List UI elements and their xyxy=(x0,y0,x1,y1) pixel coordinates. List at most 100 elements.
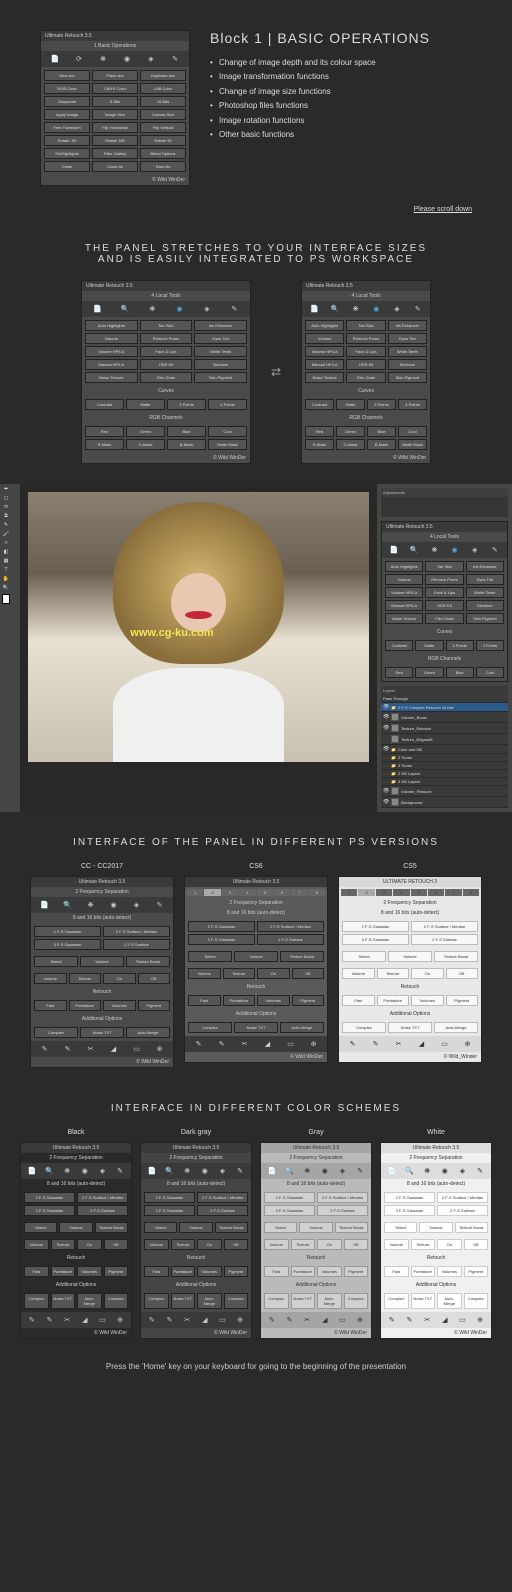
tab[interactable]: 6 xyxy=(428,889,444,896)
film-grain-button[interactable]: Film Grain xyxy=(140,372,193,383)
tab-4[interactable]: 4 xyxy=(239,889,255,896)
btn[interactable]: Auto Highlights xyxy=(305,320,344,331)
btn[interactable]: Tan Skin xyxy=(346,320,385,331)
target-icon[interactable]: ◉ xyxy=(122,54,132,64)
btn[interactable]: Auto-Merge xyxy=(434,1022,478,1033)
btn[interactable]: Volume xyxy=(305,333,344,344)
btn[interactable]: Complex xyxy=(342,1022,386,1033)
btn[interactable]: Matte Mask xyxy=(398,439,427,450)
pencil-icon[interactable]: ✎ xyxy=(413,304,423,314)
rgb-color-button[interactable]: RGB Color xyxy=(44,83,90,94)
btn[interactable]: Auto-Merge xyxy=(126,1027,170,1038)
swatch-icon[interactable] xyxy=(2,594,10,604)
btn[interactable]: Noise TXT xyxy=(388,1022,432,1033)
tan-skin-button[interactable]: Tan Skin xyxy=(140,320,193,331)
btn[interactable]: On xyxy=(411,968,444,979)
4points-button[interactable]: 4 Points xyxy=(208,399,247,410)
eye-icon[interactable]: 👁 xyxy=(383,799,389,805)
cmyk-color-button[interactable]: CMYK Color xyxy=(92,83,138,94)
btn[interactable]: Skintone xyxy=(388,359,427,370)
btn[interactable]: Tan Skin xyxy=(425,561,463,572)
btn[interactable]: Pigment xyxy=(446,995,479,1006)
eyes-tint-button[interactable]: Eyes Tint xyxy=(194,333,247,344)
flip-h-button[interactable]: Flip Horizontal xyxy=(92,122,138,133)
pencil-icon[interactable]: ✎ xyxy=(490,545,500,555)
btn[interactable]: Volume HP/LA xyxy=(385,587,423,598)
layer-row[interactable]: 👁📁2 F-S Complex Retouch 16 bits xyxy=(381,703,508,712)
tool-icon[interactable]: ✎ xyxy=(217,1039,227,1049)
target-icon[interactable]: ◉ xyxy=(450,545,460,555)
doc-icon[interactable]: 📄 xyxy=(40,900,50,910)
layer-row[interactable]: 👁Volume_Retouch xyxy=(381,786,508,797)
btn[interactable]: Portraiture xyxy=(377,995,410,1006)
tab[interactable]: 8 xyxy=(463,889,479,896)
eye-icon[interactable]: 👁 xyxy=(383,704,389,710)
btn[interactable]: Cool xyxy=(398,426,427,437)
btn[interactable]: Noise TXT xyxy=(234,1022,278,1033)
eraser-tool-icon[interactable]: ◧ xyxy=(2,549,10,557)
auto-highlights-button[interactable]: Auto Highlights xyxy=(85,320,138,331)
manual-hpla-button[interactable]: Manual HP/LA xyxy=(85,359,138,370)
btn[interactable]: Volume xyxy=(234,951,278,962)
marquee-tool-icon[interactable]: ◻ xyxy=(2,495,10,503)
tool-icon[interactable]: ▭ xyxy=(286,1039,296,1049)
btn[interactable]: Off xyxy=(138,973,171,984)
layer-row[interactable]: 📁2 Tones xyxy=(381,754,508,762)
8bits-button[interactable]: 8 Bits xyxy=(92,96,138,107)
tab[interactable]: 3 xyxy=(376,889,392,896)
green-button[interactable]: Green xyxy=(126,426,165,437)
btn[interactable]: Cool xyxy=(476,667,504,678)
btn[interactable]: Manual HP/LA xyxy=(305,359,344,370)
btn[interactable]: Volume xyxy=(388,951,432,962)
btn[interactable]: HDR Kit xyxy=(346,359,385,370)
btn[interactable]: 4 Points xyxy=(398,399,427,410)
target-icon[interactable]: ◉ xyxy=(371,304,381,314)
btn[interactable]: 2 F-S Surface xyxy=(411,934,478,945)
eye-icon[interactable]: 👁 xyxy=(383,725,389,731)
btn[interactable]: 2 F-S Gaussian xyxy=(342,921,409,932)
btn[interactable]: Fast xyxy=(342,995,375,1006)
white-teeth-button[interactable]: White Teeth xyxy=(194,346,247,357)
btn[interactable]: Eyes Tint xyxy=(388,333,427,344)
btn[interactable]: Skin Pigment xyxy=(466,613,504,624)
face-lips-button[interactable]: Face & Lips xyxy=(140,346,193,357)
pencil-icon[interactable]: ✎ xyxy=(155,900,165,910)
btn[interactable]: Texture xyxy=(223,968,256,979)
btn[interactable]: Texture xyxy=(69,973,102,984)
search-icon[interactable]: 🔍 xyxy=(330,304,340,314)
canvas-size-button[interactable]: Canvas Size xyxy=(140,109,186,120)
btn[interactable]: Off xyxy=(292,968,325,979)
btn[interactable]: 2 F-S Surface / Median xyxy=(103,926,170,937)
btn[interactable]: Remove Pores xyxy=(346,333,385,344)
tool-icon[interactable]: ◢ xyxy=(263,1039,273,1049)
tab[interactable]: 7 xyxy=(445,889,461,896)
layer-row[interactable]: 👁Volume_Boost xyxy=(381,712,508,723)
btn[interactable]: Contrast xyxy=(305,399,334,410)
tab-2[interactable]: 2 xyxy=(204,889,220,896)
target-icon[interactable]: ◉ xyxy=(175,304,185,314)
btn[interactable]: Skin Pigment xyxy=(388,372,427,383)
eye-icon[interactable]: 👁 xyxy=(383,788,389,794)
btn[interactable]: Noise TXT xyxy=(80,1027,124,1038)
btn[interactable]: Red xyxy=(305,426,334,437)
tool-icon[interactable]: ▭ xyxy=(132,1044,142,1054)
tool-icon[interactable]: ⊕ xyxy=(463,1039,473,1049)
3points-button[interactable]: 3 Points xyxy=(167,399,206,410)
tool-icon[interactable]: ⊕ xyxy=(309,1039,319,1049)
btn[interactable]: Portraiture xyxy=(223,995,256,1006)
btn[interactable]: Red xyxy=(385,667,413,678)
btn[interactable]: Fast xyxy=(188,995,221,1006)
filter-gallery-button[interactable]: Filter Gallery xyxy=(92,148,138,159)
btn[interactable]: 2 F-S Surface xyxy=(257,934,324,945)
star-icon[interactable]: ❋ xyxy=(147,304,157,314)
btn[interactable]: Iris Enhancer xyxy=(466,561,504,572)
gradient-tool-icon[interactable]: ▦ xyxy=(2,558,10,566)
diamond-icon[interactable]: ◈ xyxy=(470,545,480,555)
new-doc-button[interactable]: New doc xyxy=(44,70,90,81)
layer-row[interactable]: 👁Texture_Retouch xyxy=(381,723,508,734)
16bits-button[interactable]: 16 Bits xyxy=(140,96,186,107)
close-all-button[interactable]: Close All xyxy=(92,161,138,172)
btn[interactable]: HDR Kit xyxy=(425,600,463,611)
search-icon[interactable]: 🔍 xyxy=(409,545,419,555)
tool-icon[interactable]: ✂ xyxy=(86,1044,96,1054)
